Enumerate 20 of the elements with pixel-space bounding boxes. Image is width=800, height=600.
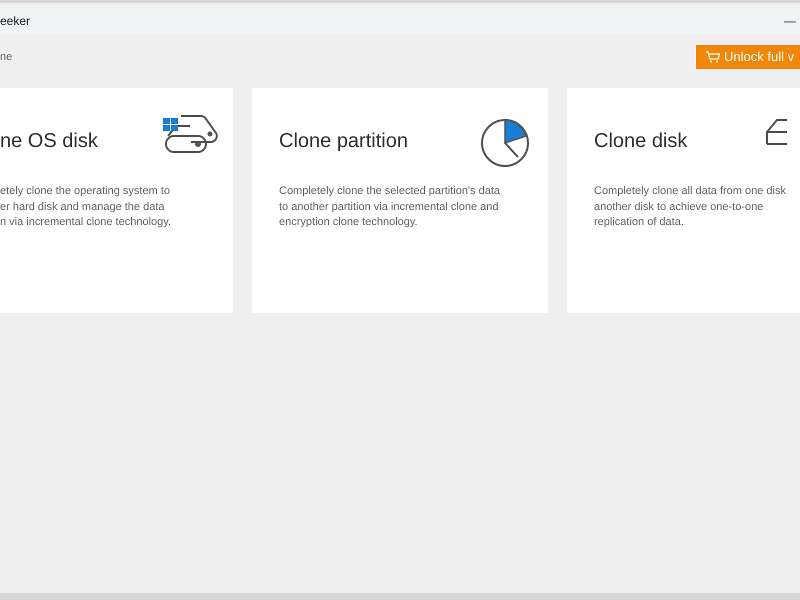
minimize-button[interactable]: —: [784, 12, 800, 30]
description-line: replication of data.: [594, 215, 685, 230]
description-line: etely clone the operating system to: [0, 184, 171, 199]
clone-option-card[interactable]: ne OS disk etely clone the operating system to er hard disk and manage the data n via incremental clone technology.: [0, 88, 233, 313]
description-line: to another partition via incremental clone and: [279, 200, 500, 214]
description-line: er hard disk and manage the data: [0, 200, 166, 214]
card-title: ne OS disk: [0, 129, 98, 154]
description-line: another disk to achieve one-to-one: [594, 200, 764, 214]
card-title: Clone partition: [279, 129, 408, 154]
windows-drives-icon: [163, 114, 219, 156]
description-line: Completely clone all data from one disk: [594, 184, 787, 199]
cart-icon: [706, 51, 720, 63]
window-title: eeker: [0, 13, 30, 30]
description-line: encryption clone technology.: [279, 215, 419, 230]
clone-option-card[interactable]: Clone disk Completely clone all data from one disk another disk to achieve one-to-one replication of data.: [567, 88, 800, 313]
card-title: Clone disk: [594, 129, 688, 154]
description-line: Completely clone the selected partition's data: [279, 184, 502, 199]
description-line: n via incremental clone technology.: [0, 215, 172, 230]
clone-option-card[interactable]: Clone partition Completely clone the selected partition's data to another partition via incremental clone and encryption clone technology.: [252, 88, 548, 313]
breadcrumb: ne: [0, 50, 12, 65]
